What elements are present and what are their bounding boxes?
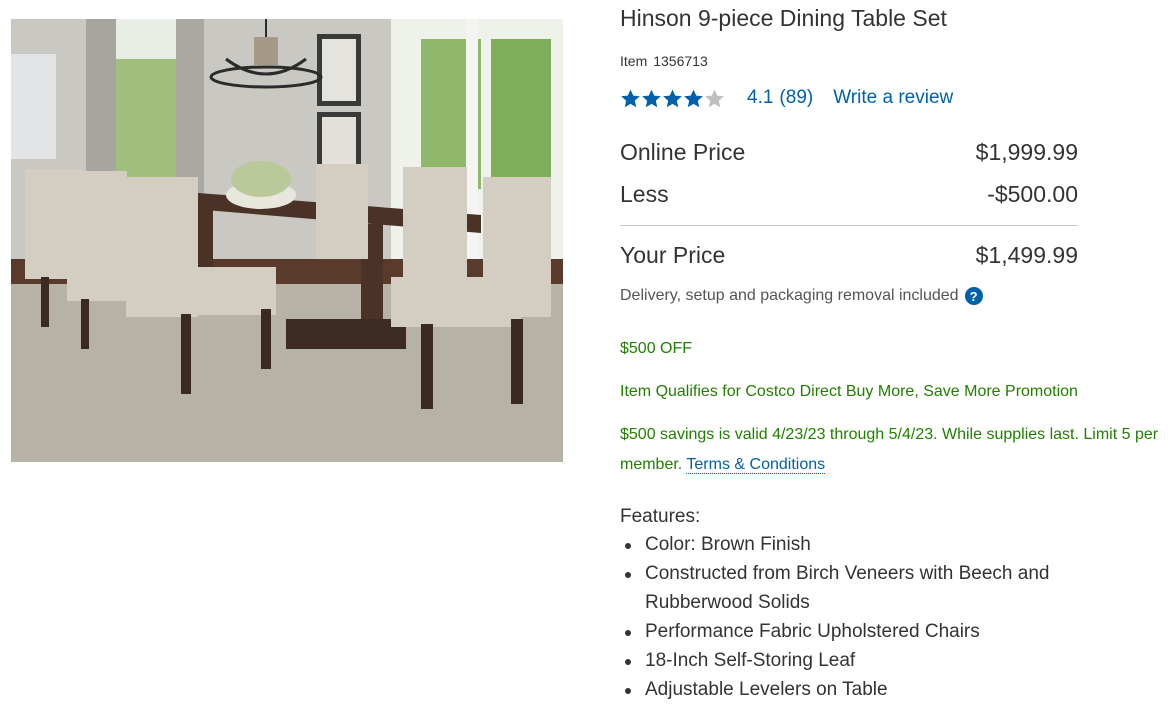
features-list: Color: Brown Finish Constructed from Bir… [620,530,1090,704]
promo-validity: $500 savings is valid 4/23/23 through 5/… [620,420,1168,480]
rating-row: 4.1 (89) Write a review [620,86,953,110]
star-icon [621,89,640,107]
question-circle-icon[interactable]: ? [964,287,983,305]
online-price-value: $1,999.99 [975,139,1078,165]
rating-link[interactable]: 4.1 (89) [747,87,813,109]
your-price-row: Your Price $1,499.99 [620,242,1078,269]
discount-value: -$500.00 [987,181,1078,207]
your-price-label: Your Price [620,242,726,268]
feature-item: 18-Inch Self-Storing Leaf [620,646,1090,675]
online-price-row: Online Price $1,999.99 [620,139,1078,166]
your-price-value: $1,499.99 [975,242,1078,268]
product-image[interactable] [11,19,563,462]
product-title: Hinson 9-piece Dining Table Set [620,5,947,31]
feature-item: Performance Fabric Upholstered Chairs [620,617,1090,646]
terms-conditions-link[interactable]: Terms & Conditions [686,456,826,474]
item-number-row: Item 1356713 [620,53,708,69]
delivery-info: Delivery, setup and packaging removal in… [620,287,983,305]
item-number: 1356713 [653,53,708,69]
delivery-text: Delivery, setup and packaging removal in… [620,287,959,304]
discount-row: Less -$500.00 [620,181,1078,208]
write-review-link[interactable]: Write a review [833,87,953,109]
star-icon [684,89,703,107]
dining-room-photo [11,19,563,462]
features-title: Features: [620,506,701,527]
promo-discount: $500 OFF [620,340,693,357]
rating-value: 4.1 [747,87,774,108]
star-icon [663,89,682,107]
rating-stars [620,88,725,109]
price-divider [620,225,1078,226]
item-label: Item [620,53,648,69]
feature-item: Adjustable Levelers on Table [620,675,1090,704]
review-count: (89) [779,87,814,108]
star-icon [642,89,661,107]
promo-qualifies: Item Qualifies for Costco Direct Buy Mor… [620,383,1078,400]
online-price-label: Online Price [620,139,746,165]
feature-item: Color: Brown Finish [620,530,1090,559]
feature-item: Constructed from Birch Veneers with Beec… [620,559,1090,617]
star-icon [705,89,724,107]
discount-label: Less [620,181,669,207]
